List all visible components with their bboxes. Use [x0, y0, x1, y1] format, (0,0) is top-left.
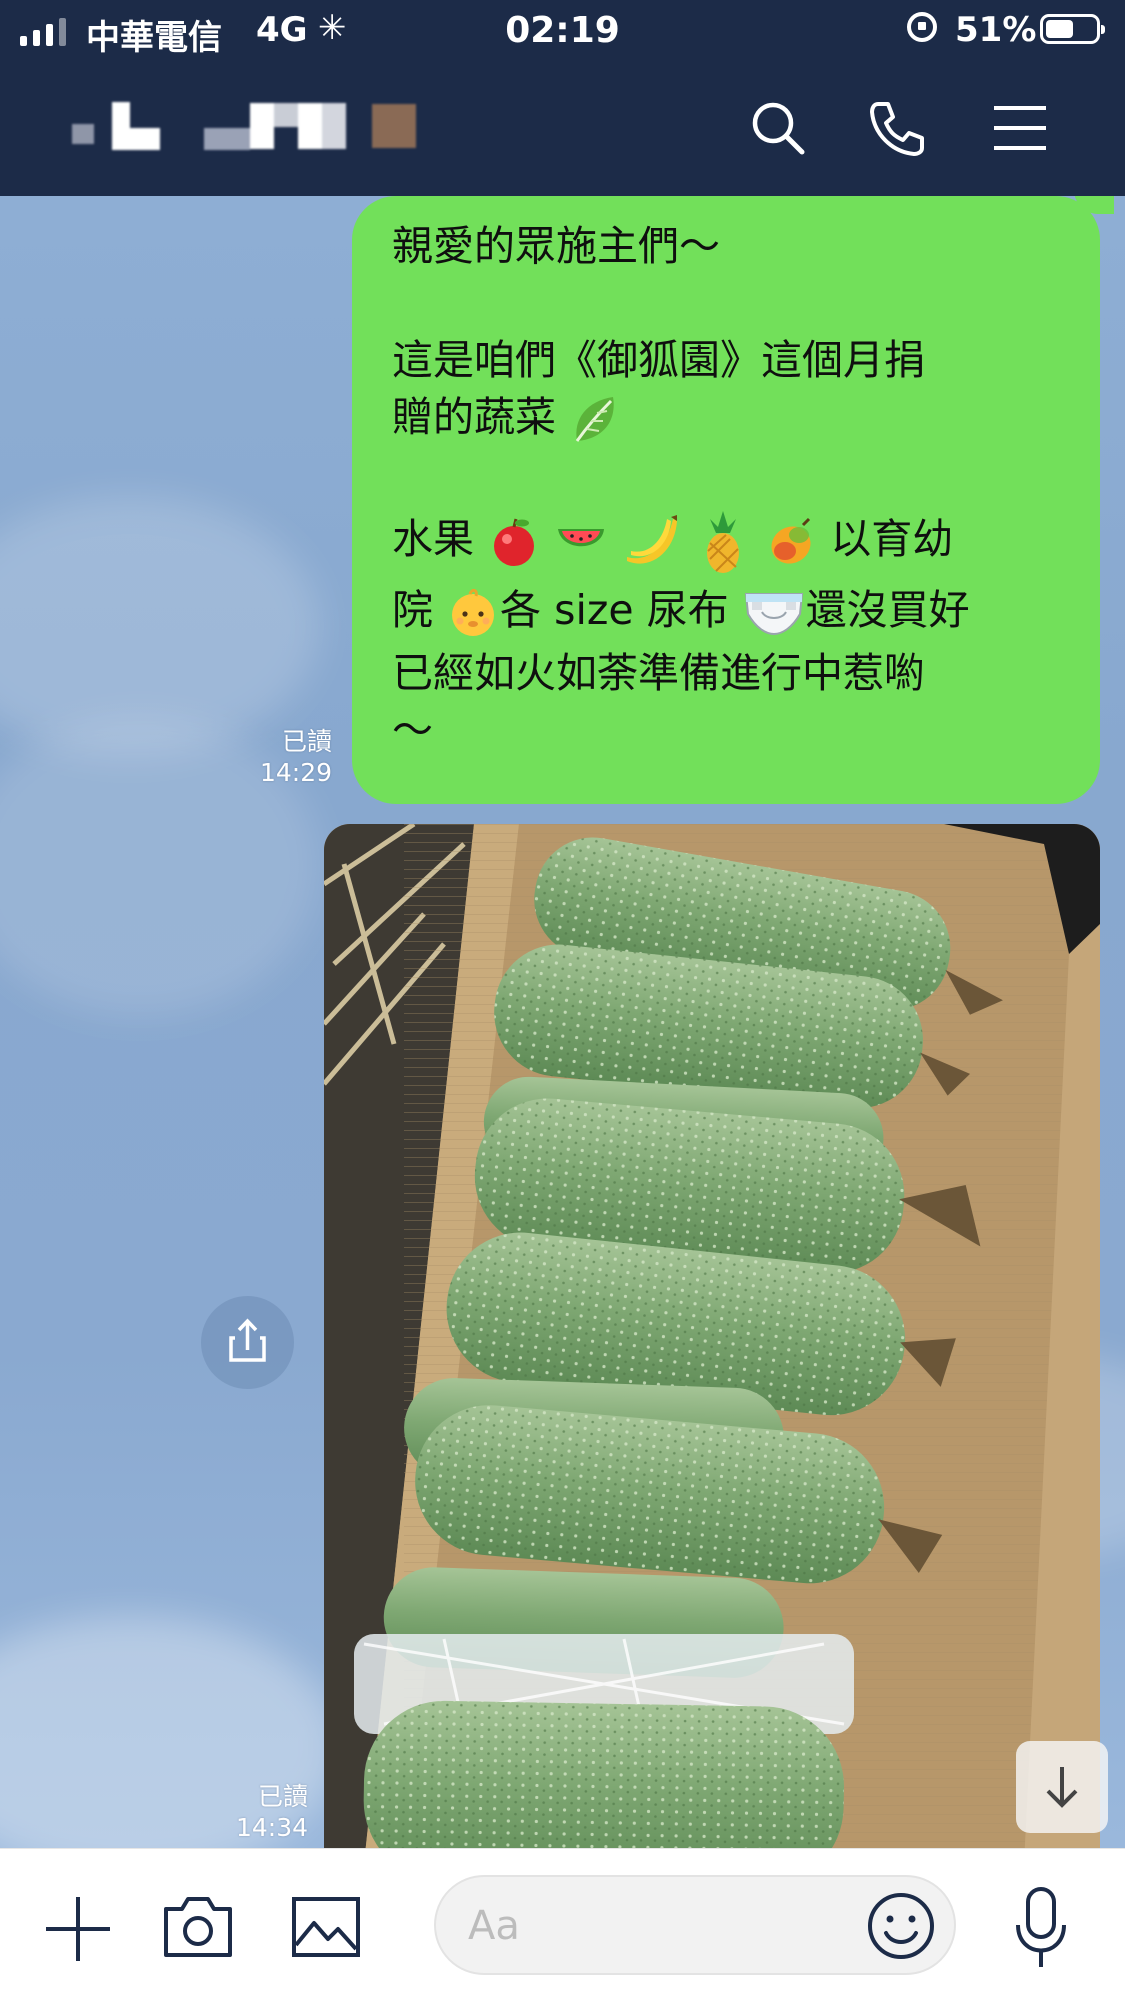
- chat-area[interactable]: 親愛的眾施主們～ 這是咱們《御狐園》這個月捐 贈的蔬菜 水果 以育幼 院 各 s…: [0, 196, 1125, 1848]
- message-time: 14:34: [235, 1813, 308, 1842]
- share-button[interactable]: [201, 1296, 294, 1389]
- signal-icon: [20, 12, 66, 46]
- share-icon: [229, 1318, 266, 1362]
- network-label: 4G: [256, 10, 308, 50]
- loading-icon: ✳: [318, 8, 347, 48]
- banana-emoji: [627, 515, 678, 564]
- message-line: 親愛的眾施主們～: [392, 222, 720, 270]
- menu-icon[interactable]: [988, 96, 1052, 160]
- carrier-label: 中華電信: [86, 18, 222, 58]
- input-bar: [0, 1848, 1125, 2002]
- top-bar: 中華電信 4G ✳ 02:19 51%: [0, 0, 1125, 196]
- message-line: 贈的蔬菜: [392, 389, 1060, 447]
- mic-icon[interactable]: [1010, 1885, 1072, 1971]
- message-image[interactable]: [324, 824, 1100, 1848]
- message-line: 已經如火如荼準備進行中惹喲: [392, 649, 925, 697]
- message-line: 水果 以育幼: [392, 504, 1060, 575]
- message-meta: 已讀 14:29: [232, 726, 332, 788]
- apple-emoji: [494, 518, 535, 566]
- read-label: 已讀: [281, 727, 332, 756]
- image-icon[interactable]: [290, 1895, 362, 1959]
- battery-icon: [1040, 14, 1105, 44]
- message-line: ～: [392, 706, 433, 754]
- bubble-tail: [1074, 196, 1114, 214]
- watermelon-emoji: [558, 529, 605, 547]
- status-bar: 中華電信 4G ✳ 02:19 51%: [0, 0, 1125, 64]
- contact-name-redacted[interactable]: [72, 102, 416, 150]
- message-line: 這是咱們《御狐園》這個月捐: [392, 336, 925, 384]
- baby-emoji: [452, 588, 495, 636]
- camera-icon[interactable]: [160, 1893, 236, 1961]
- photo-loofah-box: [324, 824, 1100, 1848]
- message-input-field[interactable]: [434, 1875, 956, 1975]
- battery-percent: 51%: [955, 10, 1037, 50]
- message-line: 院 各 size 尿布 還沒買好: [392, 575, 1060, 645]
- message-input[interactable]: [466, 1895, 770, 1957]
- arrow-down-icon: [1046, 1767, 1078, 1808]
- message-bubble-text[interactable]: 親愛的眾施主們～ 這是咱們《御狐園》這個月捐 贈的蔬菜 水果 以育幼 院 各 s…: [352, 196, 1114, 804]
- pineapple-emoji: [707, 511, 740, 573]
- search-icon[interactable]: [746, 96, 810, 160]
- status-time: 02:19: [505, 10, 620, 51]
- scroll-down-button[interactable]: [1016, 1741, 1108, 1833]
- rotation-lock-icon: [907, 12, 937, 42]
- mango-emoji: [771, 517, 811, 564]
- plus-icon[interactable]: [42, 1893, 114, 1965]
- message-meta: 已讀 14:34: [220, 1781, 308, 1843]
- message-time: 14:29: [259, 758, 332, 787]
- emoji-icon[interactable]: [866, 1891, 936, 1961]
- phone-icon[interactable]: [864, 96, 928, 160]
- leafy-green-emoji: [575, 397, 614, 442]
- read-label: 已讀: [257, 1782, 308, 1811]
- diaper-emoji: [744, 593, 803, 636]
